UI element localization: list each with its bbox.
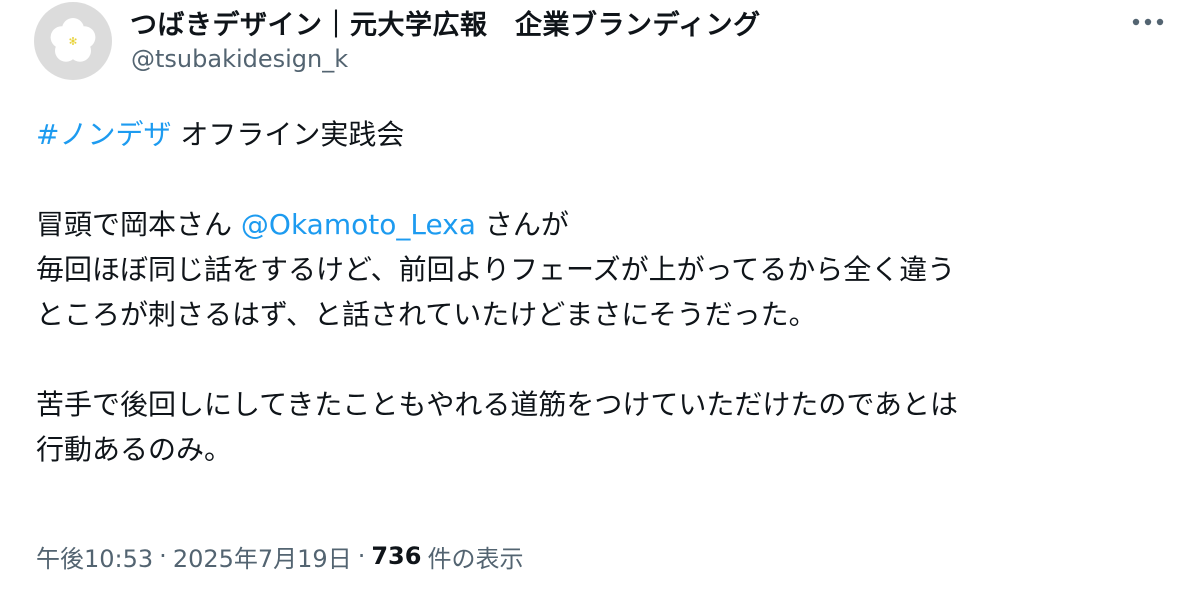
- tweet-line-3: 毎回ほぼ同じ話をするけど、前回よりフェーズが上がってるから全く違う: [36, 253, 956, 286]
- tweet-text-segment: オフライン実践会: [171, 118, 405, 151]
- avatar[interactable]: [34, 2, 112, 80]
- hashtag-link[interactable]: #ノンデザ: [36, 118, 171, 151]
- tweet: つばきデザイン｜元大学広報 企業ブランディング @tsubakidesign_k…: [0, 0, 1196, 602]
- mention-link[interactable]: @Okamoto_Lexa: [241, 208, 476, 241]
- camellia-flower-icon: [50, 18, 96, 62]
- tweet-line-5: 苦手で後回しにしてきたこともやれる道筋をつけていただけたのであとは: [36, 388, 959, 421]
- author-handle[interactable]: @tsubakidesign_k: [131, 45, 348, 73]
- tweet-line-1: #ノンデザ オフライン実践会: [36, 112, 1166, 157]
- tweet-line-4: ところが刺さるはず、と話されていたけどまさにそうだった。: [36, 298, 817, 331]
- meta-separator: ·: [159, 542, 167, 570]
- tweet-date[interactable]: 2025年7月19日: [173, 539, 352, 574]
- tweet-meta: 午後10:53 · 2025年7月19日 · 736 件の表示: [36, 536, 523, 576]
- views-count: 736: [371, 542, 422, 570]
- tweet-line-2: 冒頭で岡本さん @Okamoto_Lexa さんが: [36, 202, 1166, 247]
- views-label: 件の表示: [427, 544, 524, 573]
- tweet-text: #ノンデザ オフライン実践会 冒頭で岡本さん @Okamoto_Lexa さんが…: [36, 112, 1166, 472]
- author-name-row: つばきデザイン｜元大学広報 企業ブランディング: [130, 3, 761, 42]
- tweet-text-segment: 冒頭で岡本さん: [36, 208, 241, 241]
- tweet-line-6: 行動あるのみ。: [36, 433, 233, 466]
- tweet-text-segment: さんが: [475, 208, 569, 241]
- meta-separator: ·: [357, 542, 366, 570]
- more-horizontal-icon: [1132, 18, 1164, 26]
- author-display-name[interactable]: つばきデザイン｜元大学広報 企業ブランディング: [130, 3, 761, 42]
- more-options-button[interactable]: [1128, 8, 1168, 36]
- tweet-time[interactable]: 午後10:53: [36, 539, 153, 574]
